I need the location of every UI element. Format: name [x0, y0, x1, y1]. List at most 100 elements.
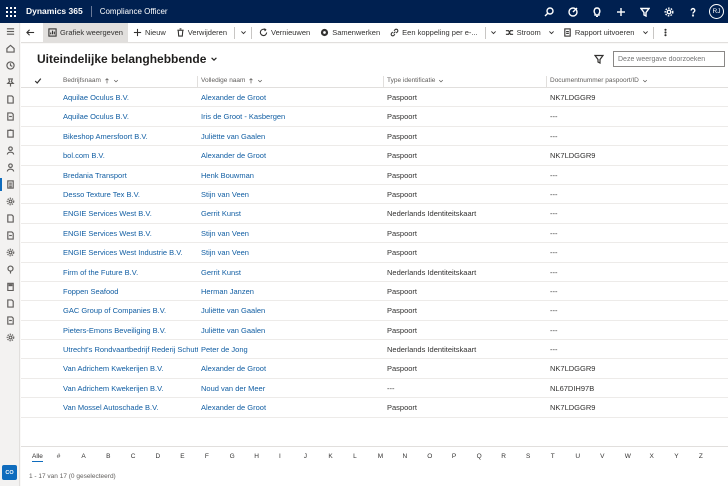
idea-icon[interactable] [0, 261, 20, 278]
document-icon[interactable] [0, 108, 20, 125]
full-name-link[interactable]: Herman Janzen [201, 287, 386, 296]
select-all-checkbox[interactable] [34, 77, 42, 87]
table-row[interactable]: Van Mossel Autoschade B.V. Alexander de G… [21, 398, 728, 418]
back-button[interactable] [21, 23, 43, 43]
alphabet-filter-letter[interactable]: V [600, 453, 604, 460]
recent-icon[interactable] [0, 57, 20, 74]
table-row[interactable]: Van Adrichem Kwekerijen B.V. Noud van der… [21, 379, 728, 399]
full-name-link[interactable]: Gerrit Kunst [201, 268, 386, 277]
alphabet-filter-letter[interactable]: W [625, 453, 631, 460]
document-icon[interactable] [0, 312, 20, 329]
more-delete-chevron[interactable] [237, 23, 249, 43]
flow-chevron[interactable] [546, 23, 558, 43]
user-avatar[interactable]: RJ [709, 4, 724, 19]
column-divider[interactable] [383, 76, 384, 87]
building-icon[interactable] [0, 278, 20, 295]
alphabet-filter-letter[interactable]: R [501, 453, 506, 460]
table-row[interactable]: Bredania Transport Henk Bouwman Paspoort --… [21, 166, 728, 185]
full-name-link[interactable]: Stijn van Veen [201, 248, 386, 257]
company-link[interactable]: ENGIE Services West Industrie B.V. [63, 248, 198, 257]
alphabet-filter-letter[interactable]: S [526, 453, 530, 460]
company-link[interactable]: Firm of the Future B.V. [63, 268, 198, 277]
company-link[interactable]: Van Mossel Autoschade B.V. [63, 403, 198, 412]
document-icon[interactable] [0, 227, 20, 244]
home-icon[interactable] [0, 40, 20, 57]
more-commands-button[interactable] [656, 23, 678, 43]
alphabet-filter-letter[interactable]: B [106, 453, 110, 460]
full-name-link[interactable]: Peter de Jong [201, 345, 386, 354]
company-link[interactable]: ENGIE Services West B.V. [63, 229, 198, 238]
alphabet-filter-letter[interactable]: P [452, 453, 456, 460]
email-link-chevron[interactable] [488, 23, 500, 43]
table-row[interactable]: Aquilae Oculus B.V. Alexander de Groot Pas… [21, 88, 728, 108]
table-row[interactable]: Utrecht's Rondvaartbedrijf Rederij Schut… [21, 340, 728, 360]
table-row[interactable]: Van Adrichem Kwekerijen B.V. Alexander de… [21, 359, 728, 379]
run-report-chevron[interactable] [639, 23, 651, 43]
flow-button[interactable]: Stroom [500, 23, 546, 43]
person-icon[interactable] [0, 159, 20, 176]
table-row[interactable]: Foppen Seafood Herman Janzen Paspoort --- [21, 282, 728, 302]
company-link[interactable]: Van Adrichem Kwekerijen B.V. [63, 364, 198, 373]
menu-icon[interactable] [0, 23, 20, 40]
company-link[interactable]: ENGIE Services West B.V. [63, 209, 198, 218]
table-row[interactable]: ENGIE Services West B.V. Gerrit Kunst Nede… [21, 204, 728, 224]
table-row[interactable]: ENGIE Services West B.V. Stijn van Veen Pa… [21, 224, 728, 244]
table-row[interactable]: Aquilae Oculus B.V. Iris de Groot - Kasbe… [21, 107, 728, 127]
gear-icon[interactable] [0, 329, 20, 346]
list-icon[interactable] [0, 176, 20, 193]
alphabet-filter-letter[interactable]: A [81, 453, 85, 460]
alphabet-filter-letter[interactable]: Q [477, 453, 482, 460]
company-link[interactable]: bol.com B.V. [63, 151, 198, 160]
company-link[interactable]: Desso Texture Tex B.V. [63, 190, 198, 199]
view-selector[interactable]: Uiteindelijke belanghebbende [37, 52, 218, 66]
new-button[interactable]: Nieuw [128, 23, 171, 43]
company-link[interactable]: Bredania Transport [63, 171, 198, 180]
alphabet-filter-letter[interactable]: J [304, 453, 307, 460]
column-header-document-number[interactable]: Documentnummer paspoort/ID [550, 77, 648, 84]
table-row[interactable]: Desso Texture Tex B.V. Stijn van Veen Pasp… [21, 185, 728, 205]
alphabet-filter-letter[interactable]: G [230, 453, 235, 460]
full-name-link[interactable]: Gerrit Kunst [201, 209, 386, 218]
full-name-link[interactable]: Iris de Groot - Kasbergen [201, 112, 386, 121]
table-row[interactable]: Pieters-Emons Beveiliging B.V. Juliëtte v… [21, 321, 728, 341]
table-row[interactable]: ENGIE Services West Industrie B.V. Stijn … [21, 243, 728, 263]
alphabet-filter-letter[interactable]: L [353, 453, 357, 460]
area-switcher-badge[interactable]: CO [2, 465, 17, 480]
full-name-link[interactable]: Henk Bouwman [201, 171, 386, 180]
company-link[interactable]: Aquilae Oculus B.V. [63, 112, 198, 121]
table-row[interactable]: GAC Group of Companies B.V. Juliëtte van … [21, 301, 728, 321]
lightbulb-icon[interactable] [585, 0, 609, 23]
column-header-company[interactable]: Bedrijfsnaam [63, 77, 119, 84]
alphabet-filter-letter[interactable]: N [403, 453, 408, 460]
alphabet-filter-letter[interactable]: F [205, 453, 209, 460]
pin-icon[interactable] [0, 74, 20, 91]
gear-icon[interactable] [0, 193, 20, 210]
company-link[interactable]: Bikeshop Amersfoort B.V. [63, 132, 198, 141]
company-link[interactable]: GAC Group of Companies B.V. [63, 306, 198, 315]
email-link-button[interactable]: Een koppeling per e-... [385, 23, 482, 43]
clipboard-icon[interactable] [0, 125, 20, 142]
refresh-button[interactable]: Vernieuwen [254, 23, 315, 43]
alphabet-filter-letter[interactable]: K [328, 453, 332, 460]
alphabet-filter-letter[interactable]: H [254, 453, 259, 460]
full-name-link[interactable]: Alexander de Groot [201, 151, 386, 160]
alphabet-filter-all[interactable]: Alle [32, 453, 43, 462]
company-link[interactable]: Utrecht's Rondvaartbedrijf Rederij Schut… [63, 345, 198, 354]
column-header-id-type[interactable]: Type identificatie [387, 77, 444, 84]
help-icon[interactable] [681, 0, 705, 23]
alphabet-filter-letter[interactable]: T [551, 453, 555, 460]
company-link[interactable]: Van Adrichem Kwekerijen B.V. [63, 384, 198, 393]
alphabet-filter-letter[interactable]: Z [699, 453, 703, 460]
app-name[interactable]: Compliance Officer [92, 7, 168, 16]
settings-icon[interactable] [0, 244, 20, 261]
full-name-link[interactable]: Juliëtte van Gaalen [201, 306, 386, 315]
company-link[interactable]: Aquilae Oculus B.V. [63, 93, 198, 102]
company-link[interactable]: Pieters-Emons Beveiliging B.V. [63, 326, 198, 335]
app-launcher-icon[interactable] [0, 0, 22, 23]
brand-title[interactable]: Dynamics 365 [22, 6, 92, 17]
person-icon[interactable] [0, 142, 20, 159]
search-icon[interactable] [537, 0, 561, 23]
document-icon[interactable] [0, 295, 20, 312]
alphabet-filter-letter[interactable]: E [180, 453, 184, 460]
full-name-link[interactable]: Alexander de Groot [201, 364, 386, 373]
